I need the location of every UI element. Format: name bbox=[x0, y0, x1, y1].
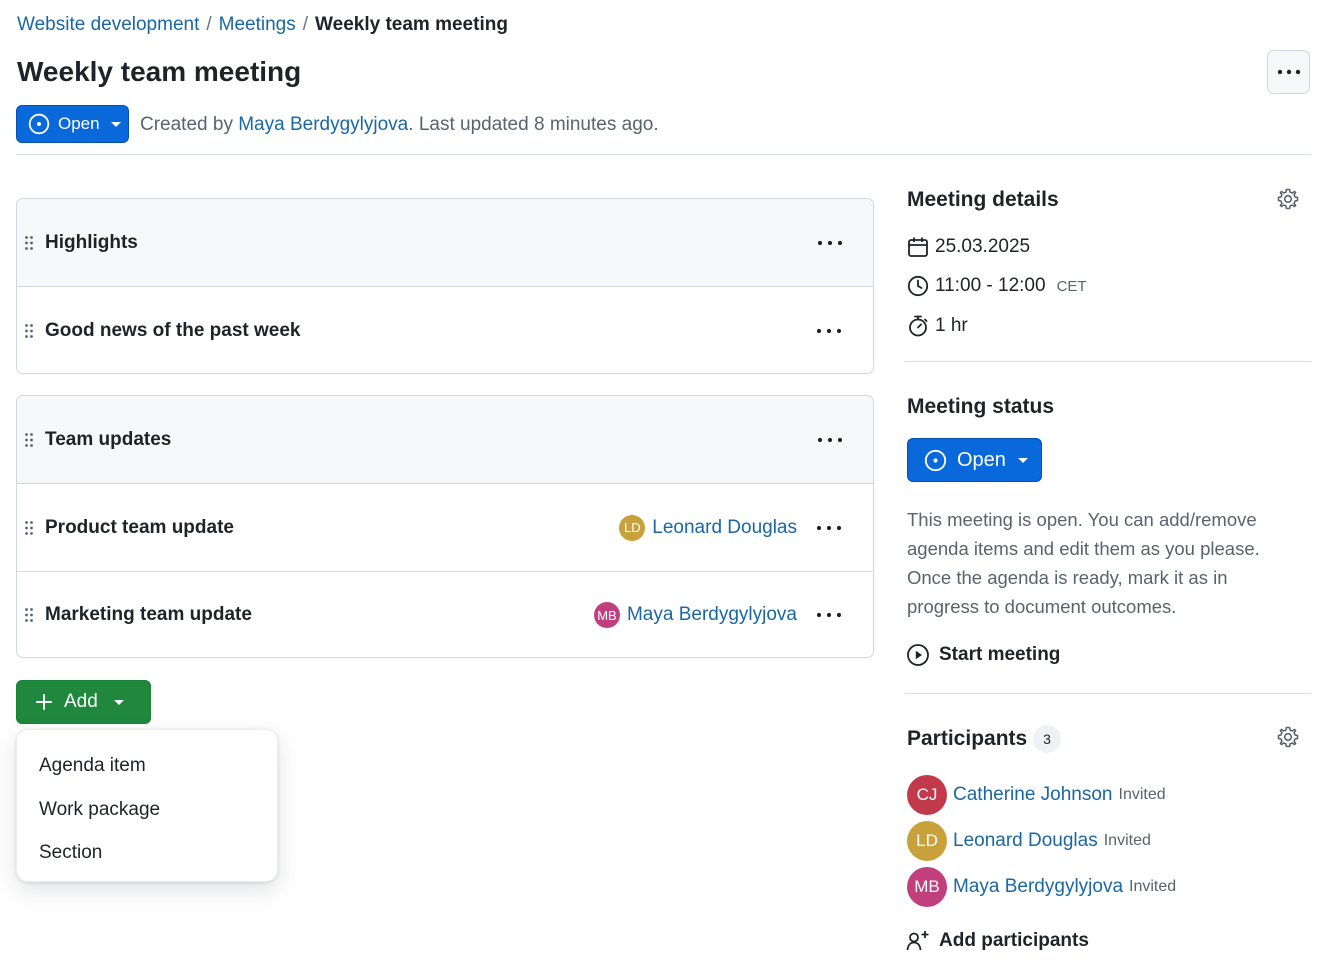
participant-status: Invited bbox=[1129, 878, 1177, 895]
triangle-down-icon bbox=[110, 121, 121, 127]
page-title: Weekly team meeting bbox=[17, 56, 302, 87]
presenter: MB Maya Berdygylyjova bbox=[593, 602, 797, 628]
agenda-item-row: Good news of the past week bbox=[17, 287, 873, 373]
breadcrumb-project-link[interactable]: Website development bbox=[17, 14, 199, 36]
agenda-item-row: Product team update LD Leonard Douglas bbox=[17, 484, 873, 571]
agenda-item-row: Marketing team update MB Maya Berdygylyj… bbox=[17, 571, 873, 657]
section-menu-icon[interactable] bbox=[817, 239, 843, 247]
menu-item-agenda-item[interactable]: Agenda item bbox=[17, 744, 277, 788]
status-label: Open bbox=[58, 114, 100, 133]
breadcrumb-current: Weekly team meeting bbox=[315, 14, 508, 35]
agenda-section: Team updates Product team update LD Leon… bbox=[16, 395, 874, 658]
item-menu-icon[interactable] bbox=[816, 611, 842, 619]
avatar: LD bbox=[619, 514, 646, 541]
drag-handle-icon[interactable] bbox=[24, 607, 34, 623]
add-participants-button[interactable]: Add participants bbox=[906, 930, 1089, 952]
menu-item-section[interactable]: Section bbox=[17, 831, 277, 875]
participant-row: CJ Catherine Johnson Invited bbox=[907, 775, 1166, 815]
person-add-icon bbox=[906, 931, 929, 951]
add-participants-label: Add participants bbox=[939, 930, 1089, 951]
meeting-time: 11:00 - 12:00 CET bbox=[907, 275, 1087, 297]
participant-row: MB Maya Berdygylyjova Invited bbox=[907, 867, 1176, 907]
meeting-duration: 1 hr bbox=[907, 315, 968, 337]
status-description: This meeting is open. You can add/remove… bbox=[907, 509, 1260, 617]
participants-count-badge: 3 bbox=[1033, 725, 1061, 753]
agenda-item-title: Marketing team update bbox=[45, 604, 252, 625]
breadcrumb: Website development / Meetings / Weekly … bbox=[17, 14, 508, 36]
play-icon bbox=[907, 644, 929, 666]
drag-handle-icon[interactable] bbox=[24, 520, 34, 536]
presenter-link[interactable]: Leonard Douglas bbox=[652, 517, 797, 539]
agenda-item-title: Good news of the past week bbox=[45, 319, 301, 341]
presenter-link[interactable]: Maya Berdygylyjova bbox=[627, 604, 797, 626]
participant-status: Invited bbox=[1103, 832, 1151, 849]
meeting-date-value: 25.03.2025 bbox=[935, 236, 1031, 257]
meta-updated: . Last updated 8 minutes ago. bbox=[408, 114, 659, 135]
meeting-date: 25.03.2025 bbox=[907, 236, 1030, 258]
clock-icon bbox=[907, 275, 929, 297]
presenter: LD Leonard Douglas bbox=[619, 514, 797, 541]
status-label: Open bbox=[957, 448, 1006, 471]
meeting-duration-value: 1 hr bbox=[935, 315, 968, 336]
section-menu-icon[interactable] bbox=[817, 436, 843, 444]
gear-icon[interactable] bbox=[1276, 725, 1300, 749]
calendar-icon bbox=[908, 237, 928, 257]
section-title: Highlights bbox=[45, 231, 138, 253]
drag-handle-icon[interactable] bbox=[24, 323, 34, 339]
add-button-label: Add bbox=[64, 691, 98, 712]
avatar: LD bbox=[907, 821, 947, 861]
meeting-meta: Created by Maya Berdygylyjova. Last upda… bbox=[140, 114, 659, 136]
plus-icon bbox=[36, 694, 52, 710]
add-button[interactable]: Add bbox=[16, 680, 151, 724]
meeting-status-dropdown[interactable]: Open bbox=[16, 105, 129, 143]
open-status-icon bbox=[28, 113, 50, 135]
start-meeting-button[interactable]: Start meeting bbox=[906, 643, 1060, 667]
stopwatch-icon bbox=[909, 315, 928, 337]
breadcrumb-meetings-link[interactable]: Meetings bbox=[219, 14, 296, 36]
participant-status: Invited bbox=[1118, 786, 1166, 803]
menu-item-work-package[interactable]: Work package bbox=[17, 788, 277, 832]
participant-link[interactable]: Catherine Johnson bbox=[953, 784, 1113, 806]
avatar: MB bbox=[593, 602, 620, 628]
header-divider bbox=[16, 154, 1311, 155]
participant-row: LD Leonard Douglas Invited bbox=[907, 821, 1151, 861]
agenda-item-title: Product team update bbox=[45, 516, 234, 538]
gear-icon[interactable] bbox=[1276, 187, 1300, 211]
breadcrumb-separator: / bbox=[206, 14, 212, 35]
participant-link[interactable]: Leonard Douglas bbox=[953, 830, 1098, 852]
triangle-down-icon bbox=[1017, 457, 1028, 463]
creator-link[interactable]: Maya Berdygylyjova bbox=[238, 114, 408, 135]
breadcrumb-separator: / bbox=[302, 14, 309, 35]
participant-link[interactable]: Maya Berdygylyjova bbox=[953, 876, 1123, 898]
sidebar-divider bbox=[905, 361, 1311, 362]
meeting-time-value: 11:00 - 12:00 bbox=[935, 275, 1046, 296]
drag-handle-icon[interactable] bbox=[24, 235, 34, 251]
participants-title: Participants bbox=[907, 727, 1028, 750]
item-menu-icon[interactable] bbox=[816, 327, 842, 335]
more-actions-button[interactable] bbox=[1267, 50, 1310, 94]
meta-created-prefix: Created by bbox=[140, 114, 239, 135]
section-header: Team updates bbox=[17, 396, 873, 484]
drag-handle-icon[interactable] bbox=[24, 432, 34, 448]
section-header: Highlights bbox=[17, 199, 873, 287]
meeting-timezone: CET bbox=[1056, 277, 1087, 295]
section-title: Team updates bbox=[45, 428, 172, 450]
avatar: MB bbox=[907, 867, 947, 907]
agenda-section: Highlights Good news of the past week bbox=[16, 198, 874, 374]
meeting-status-title: Meeting status bbox=[907, 395, 1055, 418]
avatar: CJ bbox=[907, 775, 947, 815]
open-status-icon bbox=[924, 449, 947, 471]
add-menu: Agenda item Work package Section bbox=[16, 729, 278, 882]
start-meeting-label: Start meeting bbox=[939, 644, 1061, 665]
kebab-horizontal-icon bbox=[1277, 69, 1300, 75]
item-menu-icon[interactable] bbox=[816, 524, 842, 532]
sidebar-status-dropdown[interactable]: Open bbox=[907, 438, 1042, 482]
sidebar-divider bbox=[905, 693, 1311, 694]
meeting-details-title: Meeting details bbox=[907, 188, 1059, 211]
triangle-down-icon bbox=[113, 699, 124, 705]
